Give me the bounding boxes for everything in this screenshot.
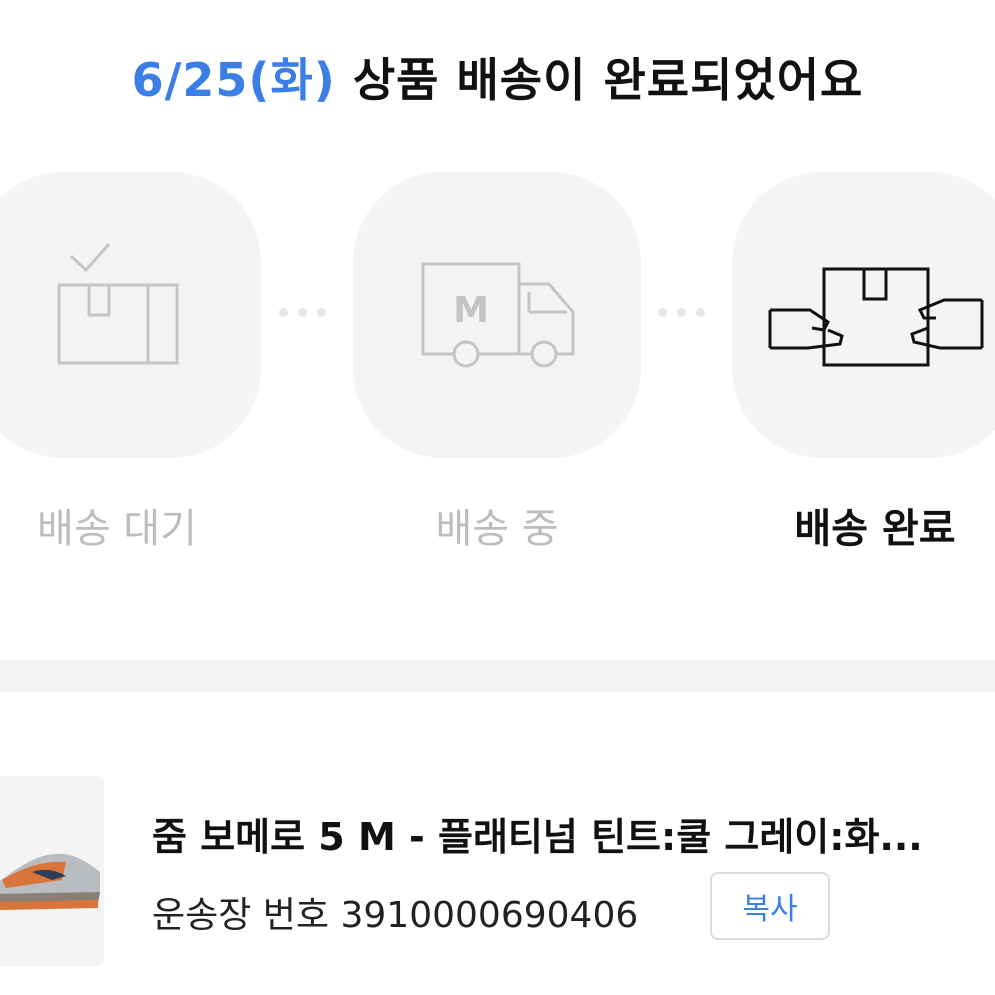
delivery-truck-icon: M [421, 262, 575, 368]
box-check-icon [57, 243, 179, 365]
delivery-date: 6/25(화) [131, 53, 336, 107]
tracking-label: 운송장 번호 [152, 895, 330, 936]
step-label-in-transit: 배송 중 [435, 506, 559, 552]
product-thumbnail[interactable] [0, 776, 104, 966]
step-label-delivered: 배송 완료 [794, 506, 956, 552]
product-name[interactable]: 줌 보메로 5 M - 플래티넘 틴트:쿨 그레이:화... [152, 806, 923, 861]
tracking-info: 운송장 번호 3910000690406 [152, 886, 638, 938]
hands-box-icon [768, 267, 984, 367]
step-connector [658, 308, 705, 317]
step-label-waiting: 배송 대기 [37, 506, 197, 552]
delivery-status-title: 6/25(화) 상품 배송이 완료되었어요 [0, 44, 995, 110]
svg-text:M: M [453, 290, 489, 331]
tracking-number: 3910000690406 [340, 895, 639, 936]
copy-tracking-button[interactable]: 복사 [710, 872, 830, 940]
step-in-transit: M [353, 172, 641, 458]
step-waiting [0, 172, 261, 458]
sneaker-thumbnail [0, 853, 100, 910]
section-divider [0, 660, 995, 692]
delivery-message: 상품 배송이 완료되었어요 [335, 53, 864, 107]
step-connector [279, 308, 326, 317]
step-delivered [732, 172, 995, 458]
